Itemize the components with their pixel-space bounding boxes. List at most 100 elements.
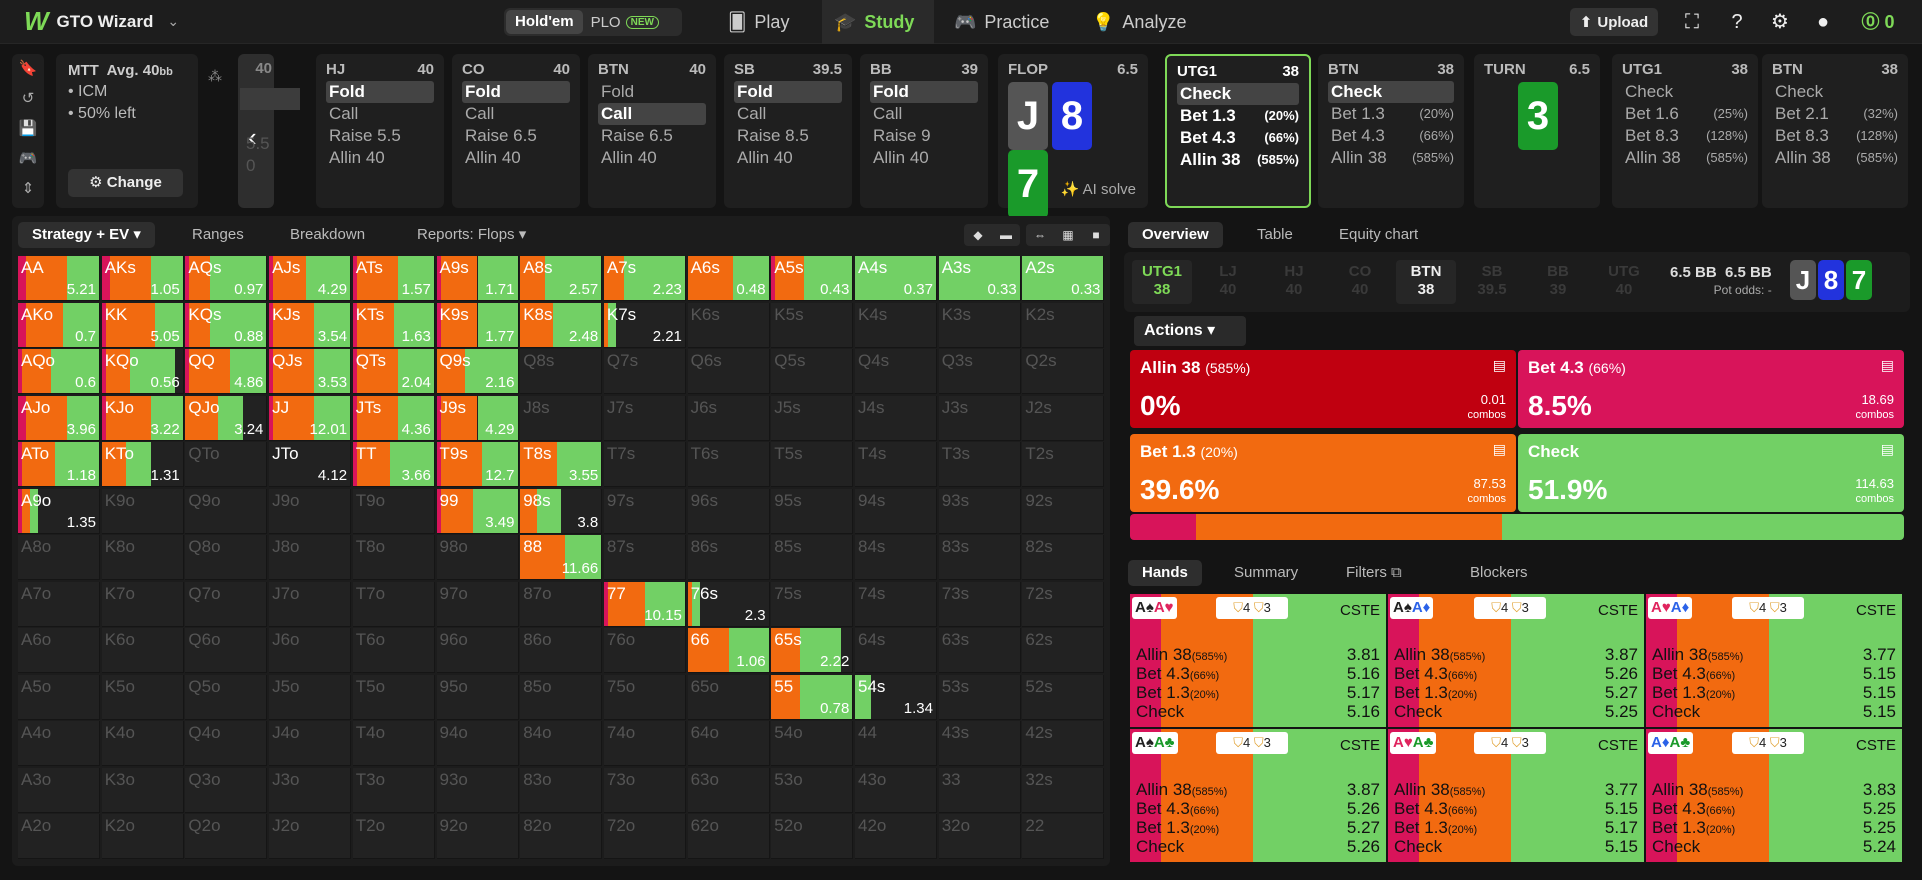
hand-cell[interactable]: A8o bbox=[18, 535, 100, 580]
account-icon[interactable]: ● bbox=[1811, 10, 1835, 34]
hand-cell[interactable]: 65o bbox=[687, 674, 770, 720]
hand-cell[interactable]: T8o bbox=[352, 535, 435, 580]
split-icon[interactable]: ▬ bbox=[992, 224, 1020, 246]
hand-cell[interactable]: 3.53 QJs bbox=[269, 349, 352, 394]
tab-hands[interactable]: Hands bbox=[1128, 560, 1202, 586]
action-option[interactable]: Call bbox=[462, 103, 570, 125]
hand-cell[interactable]: 2.22 65s bbox=[771, 628, 854, 673]
hand-cell[interactable]: J8s bbox=[520, 395, 603, 441]
hand-cell[interactable]: A7o bbox=[18, 581, 100, 627]
hand-cell[interactable]: 4.29 AJs bbox=[269, 256, 352, 301]
action-option[interactable]: Raise 6.5 bbox=[462, 125, 570, 147]
hand-cell[interactable]: 1.71 A9s bbox=[436, 256, 519, 301]
compact-icon[interactable]: ⇔ bbox=[1026, 224, 1054, 246]
details-icon[interactable]: ▤ bbox=[1881, 357, 1894, 374]
hand-cell[interactable]: 63o bbox=[687, 767, 770, 813]
hand-cell[interactable]: 4.36 JTs bbox=[352, 395, 435, 441]
hand-cell[interactable]: 0.97 AQs bbox=[185, 256, 268, 301]
hand-cell[interactable]: 83s bbox=[938, 535, 1021, 580]
hand-cell[interactable]: T7s bbox=[603, 442, 686, 487]
hand-cell[interactable]: 95s bbox=[771, 488, 854, 534]
hand-cell[interactable]: T3s bbox=[938, 442, 1021, 487]
hand-cell[interactable]: 82s bbox=[1022, 535, 1105, 580]
action-box-allin[interactable]: Allin 38 (585%) 0% 0.01 combos ▤ bbox=[1130, 350, 1516, 428]
action-box-check[interactable]: Check 51.9% 114.63 combos ▤ bbox=[1518, 434, 1904, 512]
hand-combo-cell[interactable]: A♥A♦ ⛉4 ⛉3 CSTE Allin 38(585%) 3.77 Bet 4… bbox=[1646, 594, 1902, 727]
hand-cell[interactable]: 3.96 AJo bbox=[18, 395, 100, 441]
hand-cell[interactable]: J2o bbox=[269, 814, 352, 859]
hand-cell[interactable]: 0.7 AKo bbox=[18, 302, 100, 348]
hand-cell[interactable]: 83o bbox=[520, 767, 603, 813]
holdem-toggle[interactable]: Hold'em bbox=[506, 10, 583, 34]
hand-cell[interactable]: K7o bbox=[101, 581, 184, 627]
hand-cell[interactable]: J4o bbox=[269, 721, 352, 766]
hand-cell[interactable]: Q6o bbox=[185, 628, 268, 673]
action-option[interactable]: Call bbox=[870, 103, 978, 125]
save-icon[interactable]: 💾 bbox=[12, 114, 44, 144]
hand-cell[interactable]: QTo bbox=[185, 442, 268, 487]
position-stack-bb[interactable]: BB 39 bbox=[1528, 260, 1588, 304]
hand-cell[interactable]: 12.7 T9s bbox=[436, 442, 519, 487]
hand-cell[interactable]: 0.48 A6s bbox=[687, 256, 770, 301]
hand-cell[interactable]: 85s bbox=[771, 535, 854, 580]
hand-cell[interactable]: 2.21 K7s bbox=[603, 302, 686, 348]
hand-cell[interactable]: 86o bbox=[520, 628, 603, 673]
hand-cell[interactable]: K5o bbox=[101, 674, 184, 720]
hand-cell[interactable]: J8o bbox=[269, 535, 352, 580]
hand-cell[interactable]: 93s bbox=[938, 488, 1021, 534]
position-card-hj[interactable]: HJ 40 Fold Call Raise 5.5 Allin 40 bbox=[316, 54, 444, 208]
action-option[interactable]: Fold bbox=[734, 81, 842, 103]
hand-cell[interactable]: 96o bbox=[436, 628, 519, 673]
hand-cell[interactable]: T3o bbox=[352, 767, 435, 813]
controller-icon[interactable]: 🎮 bbox=[12, 144, 44, 174]
hand-cell[interactable]: 94o bbox=[436, 721, 519, 766]
hand-cell[interactable]: 1.63 KTs bbox=[352, 302, 435, 348]
hand-cell[interactable]: 64o bbox=[687, 721, 770, 766]
hand-cell[interactable]: T2s bbox=[1022, 442, 1105, 487]
hand-cell[interactable]: T5s bbox=[771, 442, 854, 487]
hand-cell[interactable]: 63s bbox=[938, 628, 1021, 673]
hand-cell[interactable]: 96s bbox=[687, 488, 770, 534]
hand-cell[interactable]: 1.34 54s bbox=[855, 674, 937, 720]
hand-cell[interactable]: 3.24 QJo bbox=[185, 395, 268, 441]
tab-table[interactable]: Table bbox=[1257, 222, 1293, 248]
hand-cell[interactable]: Q2s bbox=[1022, 349, 1105, 394]
hand-cell[interactable]: A2o bbox=[18, 814, 100, 859]
hand-cell[interactable]: 92o bbox=[436, 814, 519, 859]
action-box-bet-1-3[interactable]: Bet 1.3 (20%) 39.6% 87.53 combos ▤ bbox=[1130, 434, 1516, 512]
hand-cell[interactable]: T2o bbox=[352, 814, 435, 859]
hand-cell[interactable]: Q7o bbox=[185, 581, 268, 627]
position-stack-btn[interactable]: BTN 38 bbox=[1396, 260, 1456, 304]
action-option[interactable]: Raise 8.5 bbox=[734, 125, 842, 147]
position-card-bb[interactable]: BB 39 Fold Call Raise 9 Allin 40 bbox=[860, 54, 988, 208]
hand-cell[interactable]: 0.78 55 bbox=[771, 674, 854, 720]
hand-cell[interactable]: 3.66 TT bbox=[352, 442, 435, 487]
hand-cell[interactable]: 3.8 98s bbox=[520, 488, 603, 534]
action-option[interactable]: Bet 8.3 (128%) bbox=[1772, 125, 1898, 147]
action-option[interactable]: Check bbox=[1772, 81, 1898, 103]
hand-cell[interactable]: 95o bbox=[436, 674, 519, 720]
hand-cell[interactable]: 1.05 AKs bbox=[101, 256, 184, 301]
action-option[interactable]: Allin 40 bbox=[598, 147, 706, 169]
change-button[interactable]: ⚙ Change bbox=[68, 169, 183, 197]
hand-cell[interactable]: 92s bbox=[1022, 488, 1105, 534]
action-card-btn-turn[interactable]: BTN 38 Check Bet 2.1 (32%) Bet 8.3 (128%) Allin… bbox=[1762, 54, 1908, 208]
action-option[interactable]: Raise 5.5 bbox=[326, 125, 434, 147]
hand-cell[interactable]: K6s bbox=[687, 302, 770, 348]
hand-cell[interactable]: 3.54 KJs bbox=[269, 302, 352, 348]
hand-cell[interactable]: 98o bbox=[436, 535, 519, 580]
position-card-sb[interactable]: SB 39.5 Fold Call Raise 8.5 Allin 40 bbox=[724, 54, 852, 208]
hand-cell[interactable]: 42o bbox=[855, 814, 937, 859]
hand-cell[interactable]: 75s bbox=[771, 581, 854, 627]
position-stack-lj[interactable]: LJ 40 bbox=[1198, 260, 1258, 304]
hand-cell[interactable]: 84o bbox=[520, 721, 603, 766]
action-option[interactable]: Allin 40 bbox=[870, 147, 978, 169]
hand-combo-cell[interactable]: A♠A♥ ⛉4 ⛉3 CSTE Allin 38(585%) 3.81 Bet 4… bbox=[1130, 594, 1386, 727]
hand-cell[interactable]: 1.06 66 bbox=[687, 628, 770, 673]
hand-cell[interactable]: A6o bbox=[18, 628, 100, 673]
hand-cell[interactable]: J7s bbox=[603, 395, 686, 441]
hand-cell[interactable]: Q8o bbox=[185, 535, 268, 580]
action-option[interactable]: Fold bbox=[326, 81, 434, 103]
hand-cell[interactable]: 10.15 77 bbox=[603, 581, 686, 627]
hand-cell[interactable]: J9o bbox=[269, 488, 352, 534]
